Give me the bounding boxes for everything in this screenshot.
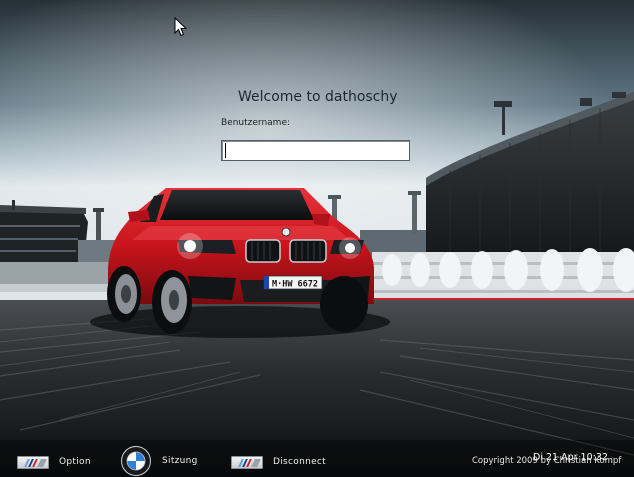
license-plate: M·HW 6672: [272, 280, 318, 290]
option-label: Option: [59, 457, 91, 467]
disconnect-button[interactable]: Disconnect: [231, 452, 326, 472]
option-button[interactable]: Option: [17, 452, 91, 472]
welcome-title: Welcome to dathoschy: [238, 89, 398, 105]
mouse-pointer-icon: [174, 17, 187, 37]
bmw-m-badge-icon: [231, 455, 263, 469]
disconnect-label: Disconnect: [273, 457, 326, 467]
username-input[interactable]: [221, 140, 410, 161]
bmw-logo-icon: [121, 446, 151, 476]
session-button[interactable]: Sitzung: [121, 446, 198, 476]
text-caret: [225, 143, 226, 158]
bmw-m-badge-icon: [17, 455, 49, 469]
session-label: Sitzung: [162, 456, 198, 466]
clock: Di 21 Apr 10:32: [533, 452, 608, 463]
wallpaper: M·HW 6672: [0, 0, 634, 477]
username-label: Benutzername:: [221, 118, 291, 128]
